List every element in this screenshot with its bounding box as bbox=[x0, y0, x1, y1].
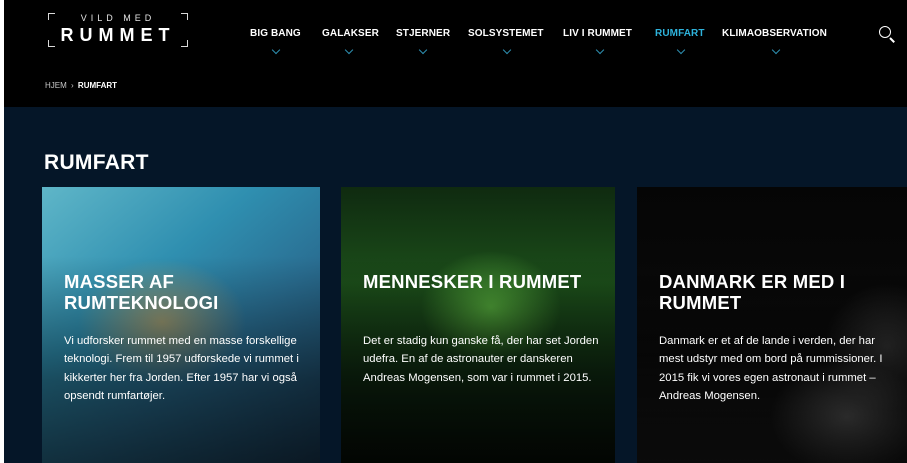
card-rumteknologi[interactable]: MASSER AF RUMTEKNOLOGI Vi udforsker rumm… bbox=[42, 187, 320, 463]
card-mennesker-i-rummet[interactable]: MENNESKER I RUMMET Det er stadig kun gan… bbox=[341, 187, 615, 463]
chevron-down-icon bbox=[771, 45, 781, 55]
page-title: RUMFART bbox=[44, 151, 149, 174]
nav-item-liv-i-rummet[interactable]: LIV I RUMMET bbox=[563, 28, 632, 39]
logo-line2: RUMMET bbox=[60, 25, 176, 45]
search-icon-handle bbox=[889, 37, 895, 43]
nav-item-big-bang[interactable]: BIG BANG bbox=[250, 28, 301, 39]
breadcrumb-home[interactable]: HJEM bbox=[45, 81, 67, 90]
site-logo[interactable]: VILD MED RUMMET bbox=[48, 13, 188, 47]
breadcrumb: HJEM › RUMFART bbox=[45, 81, 117, 90]
card-overlay bbox=[637, 187, 907, 463]
search-icon-ring bbox=[879, 26, 891, 38]
card-title: MENNESKER I RUMMET bbox=[363, 271, 582, 292]
breadcrumb-separator: › bbox=[71, 81, 74, 90]
card-danmark-i-rummet[interactable]: DANMARK ER MED I RUMMET Danmark er et af… bbox=[637, 187, 907, 463]
card-text: Vi udforsker rummet med en masse forskel… bbox=[64, 335, 299, 402]
breadcrumb-bar: HJEM › RUMFART bbox=[4, 59, 907, 107]
nav-item-stjerner[interactable]: STJERNER bbox=[396, 28, 450, 39]
nav-item-galakser[interactable]: GALAKSER bbox=[322, 28, 379, 39]
chevron-down-icon bbox=[271, 45, 281, 55]
chevron-down-icon bbox=[418, 45, 428, 55]
card-title: MASSER AF RUMTEKNOLOGI bbox=[64, 271, 219, 313]
site-header: VILD MED RUMMET BIG BANG GALAKSER STJERN… bbox=[4, 0, 907, 59]
page-frame: VILD MED RUMMET BIG BANG GALAKSER STJERN… bbox=[4, 0, 907, 463]
nav-item-rumfart[interactable]: RUMFART bbox=[655, 28, 705, 39]
card-overlay bbox=[341, 187, 615, 463]
search-icon[interactable] bbox=[878, 25, 896, 43]
chevron-down-icon bbox=[595, 45, 605, 55]
card-title: DANMARK ER MED I RUMMET bbox=[659, 271, 846, 313]
chevron-down-icon bbox=[676, 45, 686, 55]
card-overlay bbox=[42, 187, 320, 463]
card-text: Danmark er et af de lande i verden, der … bbox=[659, 335, 883, 402]
breadcrumb-current: RUMFART bbox=[77, 81, 118, 90]
nav-item-solsystemet[interactable]: SOLSYSTEMET bbox=[468, 28, 544, 39]
logo-line1: VILD MED bbox=[80, 13, 156, 23]
nav-item-klimaobservation[interactable]: KLIMAOBSERVATION bbox=[722, 28, 827, 39]
chevron-down-icon bbox=[502, 45, 512, 55]
chevron-down-icon bbox=[344, 45, 354, 55]
card-text: Det er stadig kun ganske få, der har set… bbox=[363, 335, 599, 384]
